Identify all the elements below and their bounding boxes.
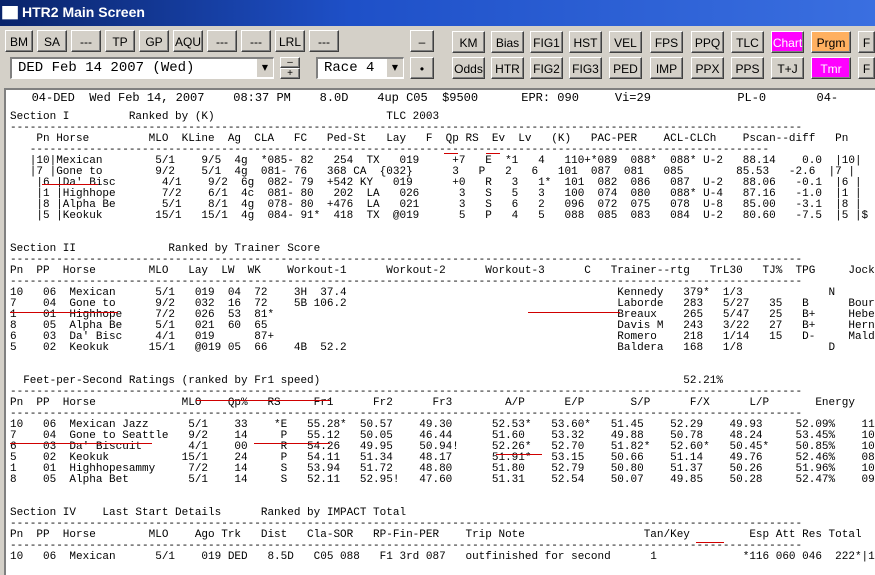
odds-button[interactable]: Odds: [452, 57, 485, 79]
underline-mark: [10, 443, 152, 444]
minus-button-2[interactable]: –: [410, 30, 434, 52]
pps-button[interactable]: PPS: [731, 57, 764, 79]
report-line: |5 |Keokuk 15/1 15/1 4g 084- 91* 418 TX …: [10, 210, 875, 222]
underline-mark: [254, 443, 330, 444]
lrl-button[interactable]: LRL: [275, 30, 305, 52]
title-bar: ██ HTR2 Main Screen: [0, 0, 875, 26]
race-select[interactable]: Race 4 ▼: [316, 57, 404, 79]
gp-button[interactable]: GP: [139, 30, 169, 52]
imp-button[interactable]: IMP: [650, 57, 683, 79]
underline-mark: [42, 184, 98, 185]
plus-button[interactable]: +: [280, 68, 300, 79]
underline-mark: [444, 153, 458, 154]
ped-button[interactable]: PED: [609, 57, 642, 79]
race-select-value: Race 4: [324, 60, 375, 76]
underline-mark: [528, 312, 620, 313]
ppq-button[interactable]: PPQ: [691, 31, 724, 53]
blank-button-2[interactable]: ---: [207, 30, 237, 52]
bm-button[interactable]: BM: [5, 30, 33, 52]
fig2-button[interactable]: FIG2: [530, 57, 563, 79]
vel-button[interactable]: VEL: [609, 31, 642, 53]
aqu-button[interactable]: AQU: [173, 30, 203, 52]
report-view[interactable]: 04-DED Wed Feb 14, 2007 08:37 PM 8.0D 4u…: [4, 88, 875, 575]
blank-button-1[interactable]: ---: [71, 30, 101, 52]
underline-mark: [10, 312, 118, 313]
tmr-button[interactable]: Tmr: [811, 57, 851, 79]
date-select-value: DED Feb 14 2007 (Wed): [18, 60, 195, 76]
tj-button[interactable]: T+J: [771, 57, 804, 79]
tlc-button[interactable]: TLC: [731, 31, 764, 53]
underline-mark: [696, 542, 724, 543]
chart-button[interactable]: Chart: [771, 31, 804, 53]
date-select[interactable]: DED Feb 14 2007 (Wed) ▼: [10, 57, 274, 79]
blank-button-4[interactable]: ---: [309, 30, 339, 52]
chevron-down-icon[interactable]: ▼: [386, 59, 403, 77]
report-line: 10 06 Mexican 5/1 019 DED 8.5D C05 088 F…: [10, 551, 875, 563]
ppx-button[interactable]: PPX: [691, 57, 724, 79]
tp-button[interactable]: TP: [105, 30, 135, 52]
toolbar: BM SA --- TP GP AQU --- --- LRL --- DED …: [0, 26, 875, 88]
underline-mark: [496, 454, 542, 455]
underline-mark: [196, 400, 330, 401]
km-button[interactable]: KM: [452, 31, 485, 53]
app-icon: ██: [2, 7, 18, 19]
fig3-button[interactable]: FIG3: [569, 57, 602, 79]
htr-button[interactable]: HTR: [491, 57, 524, 79]
minus-button[interactable]: –: [280, 57, 300, 68]
race-header: 04-DED Wed Feb 14, 2007 08:37 PM 8.0D 4u…: [10, 91, 839, 105]
bias-button[interactable]: Bias: [491, 31, 524, 53]
blank-button-3[interactable]: ---: [241, 30, 271, 52]
underline-mark: [486, 153, 500, 154]
hst-button[interactable]: HST: [569, 31, 602, 53]
dot-button[interactable]: •: [410, 57, 434, 79]
chevron-down-icon[interactable]: ▼: [256, 59, 273, 77]
prgm-button[interactable]: Prgm: [811, 31, 851, 53]
f-button-2[interactable]: F: [858, 57, 875, 79]
window-title: HTR2 Main Screen: [22, 4, 145, 20]
fig1-button[interactable]: FIG1: [530, 31, 563, 53]
f-button-1[interactable]: F: [858, 31, 875, 53]
report-line: 8 05 Alpha Bet 5/1 14 S 52.11 52.95! 47.…: [10, 474, 875, 486]
report-line: 5 02 Keokuk 15/1 @019 05 66 4B 52.2 Bald…: [10, 342, 875, 354]
sa-button[interactable]: SA: [37, 30, 67, 52]
fps-button[interactable]: FPS: [650, 31, 683, 53]
